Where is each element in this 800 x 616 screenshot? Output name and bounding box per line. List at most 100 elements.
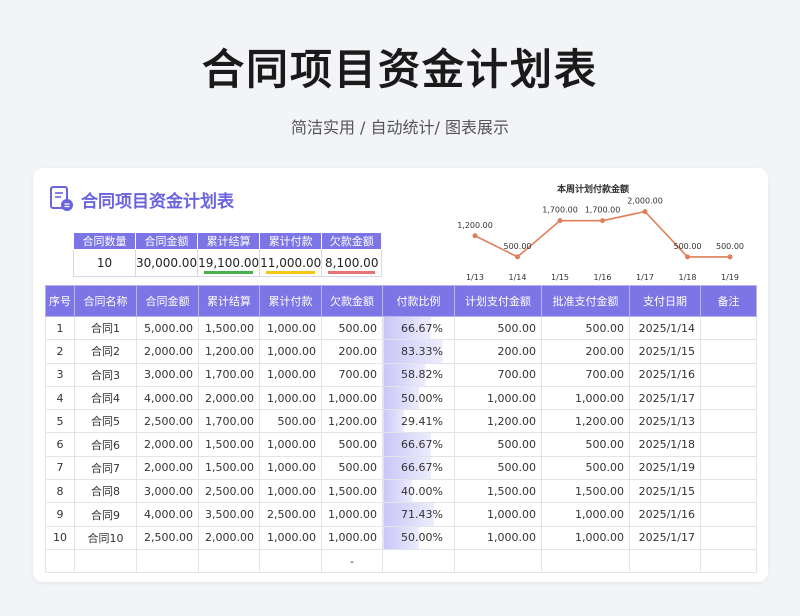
cell-contract-name[interactable] xyxy=(74,548,137,574)
cell-approved-payment[interactable]: 700.00 xyxy=(541,362,630,387)
cell-arrears[interactable]: 500.00 xyxy=(321,315,383,341)
cell-settled[interactable] xyxy=(198,548,260,574)
cell-remarks[interactable] xyxy=(700,339,757,364)
cell-contract-name[interactable]: 合同7 xyxy=(74,455,137,481)
cell-contract-amount[interactable]: 2,500.00 xyxy=(136,525,199,550)
cell-contract-amount[interactable]: 3,000.00 xyxy=(136,479,199,504)
cell-planned-payment[interactable]: 500.00 xyxy=(454,432,542,457)
cell-pay-date[interactable]: 2025/1/19 xyxy=(629,455,701,481)
cell-arrears[interactable]: 1,000.00 xyxy=(321,385,383,411)
cell-pay-date[interactable] xyxy=(629,548,701,574)
cell-paid[interactable]: 1,000.00 xyxy=(259,362,322,387)
cell-contract-name[interactable]: 合同8 xyxy=(74,479,137,504)
cell-arrears[interactable]: 1,500.00 xyxy=(321,479,383,504)
cell-pay-ratio[interactable]: 71.43% xyxy=(382,502,455,527)
cell-pay-date[interactable]: 2025/1/17 xyxy=(629,385,701,411)
cell-remarks[interactable] xyxy=(700,385,757,411)
cell-remarks[interactable] xyxy=(700,455,757,481)
cell-contract-amount[interactable]: 2,000.00 xyxy=(136,455,199,481)
cell-arrears[interactable]: 1,000.00 xyxy=(321,525,383,550)
summary-arrears[interactable]: 8,100.00 xyxy=(321,249,383,277)
cell-pay-ratio[interactable]: 40.00% xyxy=(382,479,455,504)
cell-arrears[interactable]: 500.00 xyxy=(321,455,383,481)
cell-contract-name[interactable]: 合同4 xyxy=(74,385,137,411)
cell-settled[interactable]: 2,000.00 xyxy=(198,385,260,411)
cell-index[interactable]: 8 xyxy=(45,479,75,504)
cell-paid[interactable]: 1,000.00 xyxy=(259,455,322,481)
cell-settled[interactable]: 1,700.00 xyxy=(198,362,260,387)
cell-contract-amount[interactable]: 3,000.00 xyxy=(136,362,199,387)
cell-approved-payment[interactable]: 1,500.00 xyxy=(541,479,630,504)
cell-approved-payment[interactable]: 1,000.00 xyxy=(541,525,630,550)
cell-pay-ratio[interactable]: 58.82% xyxy=(382,362,455,387)
cell-arrears[interactable]: 1,200.00 xyxy=(321,409,383,434)
cell-arrears[interactable]: 500.00 xyxy=(321,432,383,457)
cell-pay-ratio[interactable]: 66.67% xyxy=(382,455,455,481)
cell-planned-payment[interactable]: 1,000.00 xyxy=(454,385,542,411)
cell-remarks[interactable] xyxy=(700,432,757,457)
cell-planned-payment[interactable]: 500.00 xyxy=(454,455,542,481)
cell-approved-payment[interactable]: 500.00 xyxy=(541,455,630,481)
cell-contract-amount[interactable]: 2,000.00 xyxy=(136,339,199,364)
cell-index[interactable]: 1 xyxy=(45,315,75,341)
cell-planned-payment[interactable]: 700.00 xyxy=(454,362,542,387)
cell-pay-ratio[interactable]: 29.41% xyxy=(382,409,455,434)
cell-remarks[interactable] xyxy=(700,548,757,574)
cell-planned-payment[interactable]: 1,500.00 xyxy=(454,479,542,504)
cell-remarks[interactable] xyxy=(700,409,757,434)
cell-settled[interactable]: 1,500.00 xyxy=(198,315,260,341)
cell-contract-name[interactable]: 合同10 xyxy=(74,525,137,550)
cell-settled[interactable]: 2,000.00 xyxy=(198,525,260,550)
cell-contract-name[interactable]: 合同2 xyxy=(74,339,137,364)
cell-contract-amount[interactable]: 2,000.00 xyxy=(136,432,199,457)
cell-contract-name[interactable]: 合同5 xyxy=(74,409,137,434)
cell-contract-amount[interactable]: 5,000.00 xyxy=(136,315,199,341)
cell-remarks[interactable] xyxy=(700,362,757,387)
cell-paid[interactable]: 500.00 xyxy=(259,409,322,434)
cell-approved-payment[interactable]: 500.00 xyxy=(541,315,630,341)
cell-arrears[interactable]: 1,000.00 xyxy=(321,502,383,527)
cell-pay-date[interactable]: 2025/1/14 xyxy=(629,315,701,341)
cell-pay-ratio[interactable] xyxy=(382,548,455,574)
cell-index[interactable] xyxy=(45,548,75,574)
cell-pay-ratio[interactable]: 66.67% xyxy=(382,432,455,457)
cell-settled[interactable]: 3,500.00 xyxy=(198,502,260,527)
cell-index[interactable]: 9 xyxy=(45,502,75,527)
cell-index[interactable]: 5 xyxy=(45,409,75,434)
cell-paid[interactable]: 1,000.00 xyxy=(259,432,322,457)
summary-contract-amount[interactable]: 30,000.00 xyxy=(134,249,199,277)
cell-planned-payment[interactable]: 1,200.00 xyxy=(454,409,542,434)
summary-settled[interactable]: 19,100.00 xyxy=(197,249,261,277)
cell-contract-amount[interactable] xyxy=(136,548,199,574)
cell-remarks[interactable] xyxy=(700,502,757,527)
cell-contract-amount[interactable]: 4,000.00 xyxy=(136,502,199,527)
cell-remarks[interactable] xyxy=(700,525,757,550)
cell-arrears[interactable]: 200.00 xyxy=(321,339,383,364)
cell-settled[interactable]: 1,700.00 xyxy=(198,409,260,434)
cell-approved-payment[interactable]: 1,000.00 xyxy=(541,385,630,411)
cell-pay-ratio[interactable]: 50.00% xyxy=(382,385,455,411)
cell-contract-amount[interactable]: 4,000.00 xyxy=(136,385,199,411)
summary-contract-count[interactable]: 10 xyxy=(73,249,136,277)
cell-pay-ratio[interactable]: 50.00% xyxy=(382,525,455,550)
cell-index[interactable]: 10 xyxy=(45,525,75,550)
cell-remarks[interactable] xyxy=(700,479,757,504)
cell-contract-name[interactable]: 合同1 xyxy=(74,315,137,341)
cell-pay-date[interactable]: 2025/1/17 xyxy=(629,525,701,550)
cell-approved-payment[interactable]: 1,200.00 xyxy=(541,409,630,434)
cell-approved-payment[interactable]: 200.00 xyxy=(541,339,630,364)
cell-pay-ratio[interactable]: 83.33% xyxy=(382,339,455,364)
cell-pay-date[interactable]: 2025/1/18 xyxy=(629,432,701,457)
cell-settled[interactable]: 1,500.00 xyxy=(198,432,260,457)
cell-planned-payment[interactable]: 1,000.00 xyxy=(454,502,542,527)
cell-paid[interactable]: 1,000.00 xyxy=(259,525,322,550)
cell-index[interactable]: 3 xyxy=(45,362,75,387)
cell-settled[interactable]: 2,500.00 xyxy=(198,479,260,504)
summary-paid[interactable]: 11,000.00 xyxy=(259,249,323,277)
cell-remarks[interactable] xyxy=(700,315,757,341)
cell-arrears[interactable]: - xyxy=(321,548,383,574)
cell-planned-payment[interactable]: 200.00 xyxy=(454,339,542,364)
cell-pay-date[interactable]: 2025/1/13 xyxy=(629,409,701,434)
cell-contract-amount[interactable]: 2,500.00 xyxy=(136,409,199,434)
cell-index[interactable]: 2 xyxy=(45,339,75,364)
